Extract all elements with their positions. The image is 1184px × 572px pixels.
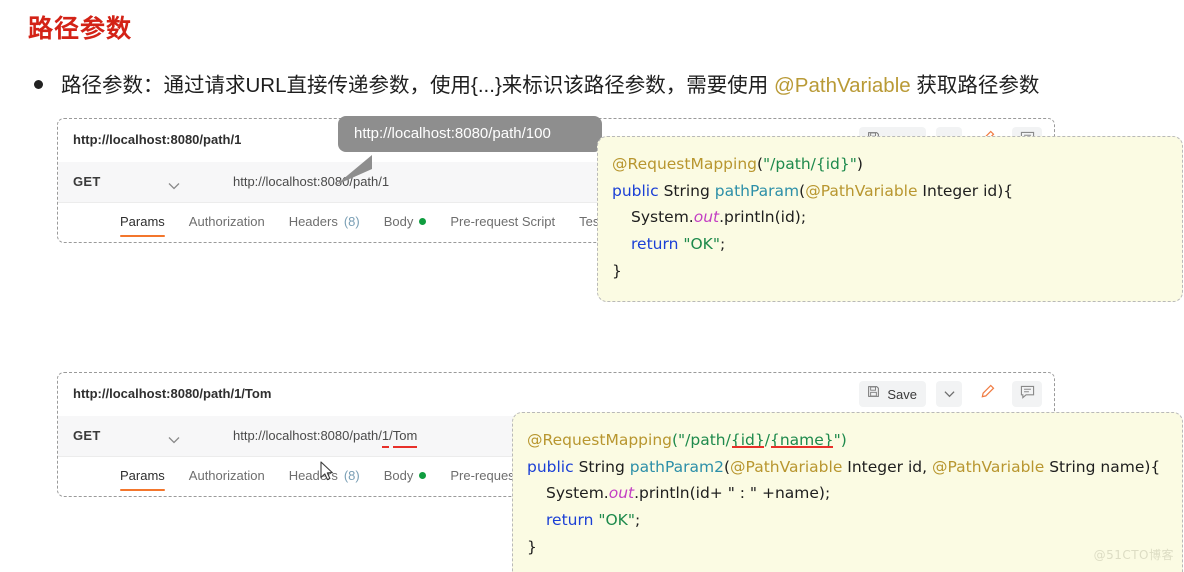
panel2-method-value: GET xyxy=(73,428,101,443)
chevron-down-icon xyxy=(943,385,955,403)
code-card-2: @RequestMapping("/path/{id}/{name}") pub… xyxy=(512,412,1183,572)
tab-label: Body xyxy=(383,214,414,229)
panel2-tab-body[interactable]: Body xyxy=(384,468,427,491)
code1-line-1: @RequestMapping("/path/{id}") xyxy=(612,155,863,173)
panel2-titlebar: http://localhost:8080/path/1/Tom Save xyxy=(58,373,1054,417)
code2-line-2: public String pathParam2(@PathVariable I… xyxy=(527,457,1161,476)
url-segment-name: Tom xyxy=(392,428,418,443)
floppy-disk-icon xyxy=(867,385,880,403)
panel2-actions: Save xyxy=(859,381,1042,407)
url-prefix: http://localhost:8080/path/ xyxy=(233,428,382,443)
body-status-dot-icon xyxy=(419,472,427,479)
panel2-url-input[interactable]: http://localhost:8080/path/1/Tom xyxy=(233,428,417,443)
code2-line-4: return "OK"; xyxy=(546,510,641,529)
tab-label: Authorization xyxy=(188,214,265,229)
panel1-tab-body[interactable]: Body xyxy=(384,214,427,237)
panel2-tab-params[interactable]: Params xyxy=(120,468,165,491)
body-status-dot-icon xyxy=(419,218,427,225)
comment-icon xyxy=(1020,385,1035,404)
slide-canvas: 路径参数 路径参数：通过请求URL直接传递参数，使用{...}来标识该路径参数，… xyxy=(0,0,1184,572)
code1-line-2: public String pathParam(@PathVariable In… xyxy=(612,181,1014,200)
tab-count: (8) xyxy=(343,468,360,483)
tab-label: Params xyxy=(120,468,165,483)
bullet-text: 路径参数：通过请求URL直接传递参数，使用{...}来标识该路径参数，需要使用 … xyxy=(61,74,1040,97)
panel2-edit-button[interactable] xyxy=(972,381,1002,407)
page-title: 路径参数 xyxy=(28,15,133,43)
bullet-text-before: 路径参数：通过请求URL直接传递参数，使用{...}来标识该路径参数，需要使用 xyxy=(61,74,774,97)
tab-label: Pre-request Script xyxy=(450,214,556,229)
code2-path-var-name: {name} xyxy=(769,431,834,449)
code2-line-3: System.out.println(id+ " : " +name); xyxy=(546,484,831,503)
panel2-tab-headers[interactable]: Headers (8) xyxy=(289,468,360,491)
panel2-save-button[interactable]: Save xyxy=(859,381,926,407)
tab-label: Headers xyxy=(288,468,338,483)
watermark: @51CTO博客 xyxy=(1093,548,1174,563)
tab-count: (8) xyxy=(343,214,360,229)
panel2-request-name: http://localhost:8080/path/1/Tom xyxy=(73,386,272,401)
tab-label: Headers xyxy=(288,214,338,229)
chevron-down-icon xyxy=(168,431,180,448)
code2-path-var-id: {id} xyxy=(730,431,765,449)
panel1-url-input[interactable]: http://localhost:8080/path/1 xyxy=(233,174,389,189)
panel2-comment-button[interactable] xyxy=(1012,381,1042,407)
panel1-method-dropdown[interactable] xyxy=(168,177,180,195)
panel1-request-name: http://localhost:8080/path/1 xyxy=(73,132,242,147)
panel2-save-label: Save xyxy=(887,386,917,402)
bullet-dot-icon xyxy=(34,80,43,89)
panel1-method-value: GET xyxy=(73,174,101,189)
panel2-method-dropdown[interactable] xyxy=(168,431,180,449)
bullet-text-highlight: @PathVariable xyxy=(773,74,911,97)
url-tooltip: http://localhost:8080/path/100 xyxy=(338,116,602,152)
code1-line-4: return "OK"; xyxy=(631,234,726,253)
tab-label: Params xyxy=(120,214,165,229)
tab-label: Authorization xyxy=(188,468,265,483)
panel1-tab-headers[interactable]: Headers (8) xyxy=(289,214,360,237)
panel2-tab-authorization[interactable]: Authorization xyxy=(189,468,265,491)
panel1-tab-params[interactable]: Params xyxy=(120,214,165,237)
bullet-line: 路径参数：通过请求URL直接传递参数，使用{...}来标识该路径参数，需要使用 … xyxy=(34,74,1040,97)
panel1-tab-authorization[interactable]: Authorization xyxy=(189,214,265,237)
url-segment-id: 1 xyxy=(381,428,390,443)
bullet-text-after: 获取路径参数 xyxy=(910,74,1040,97)
panel2-save-dropdown[interactable] xyxy=(936,381,962,407)
code-card-1: @RequestMapping("/path/{id}") public Str… xyxy=(597,136,1183,302)
code1-line-3: System.out.println(id); xyxy=(631,208,807,227)
code2-line-1: @RequestMapping("/path/{id}/{name}") xyxy=(527,431,847,449)
panel1-tab-pre-request-script[interactable]: Pre-request Script xyxy=(450,214,555,237)
tab-label: Body xyxy=(383,468,414,483)
pencil-icon xyxy=(980,384,995,404)
code1-line-5: } xyxy=(612,261,622,280)
code2-line-5: } xyxy=(527,537,537,556)
chevron-down-icon xyxy=(168,177,180,194)
